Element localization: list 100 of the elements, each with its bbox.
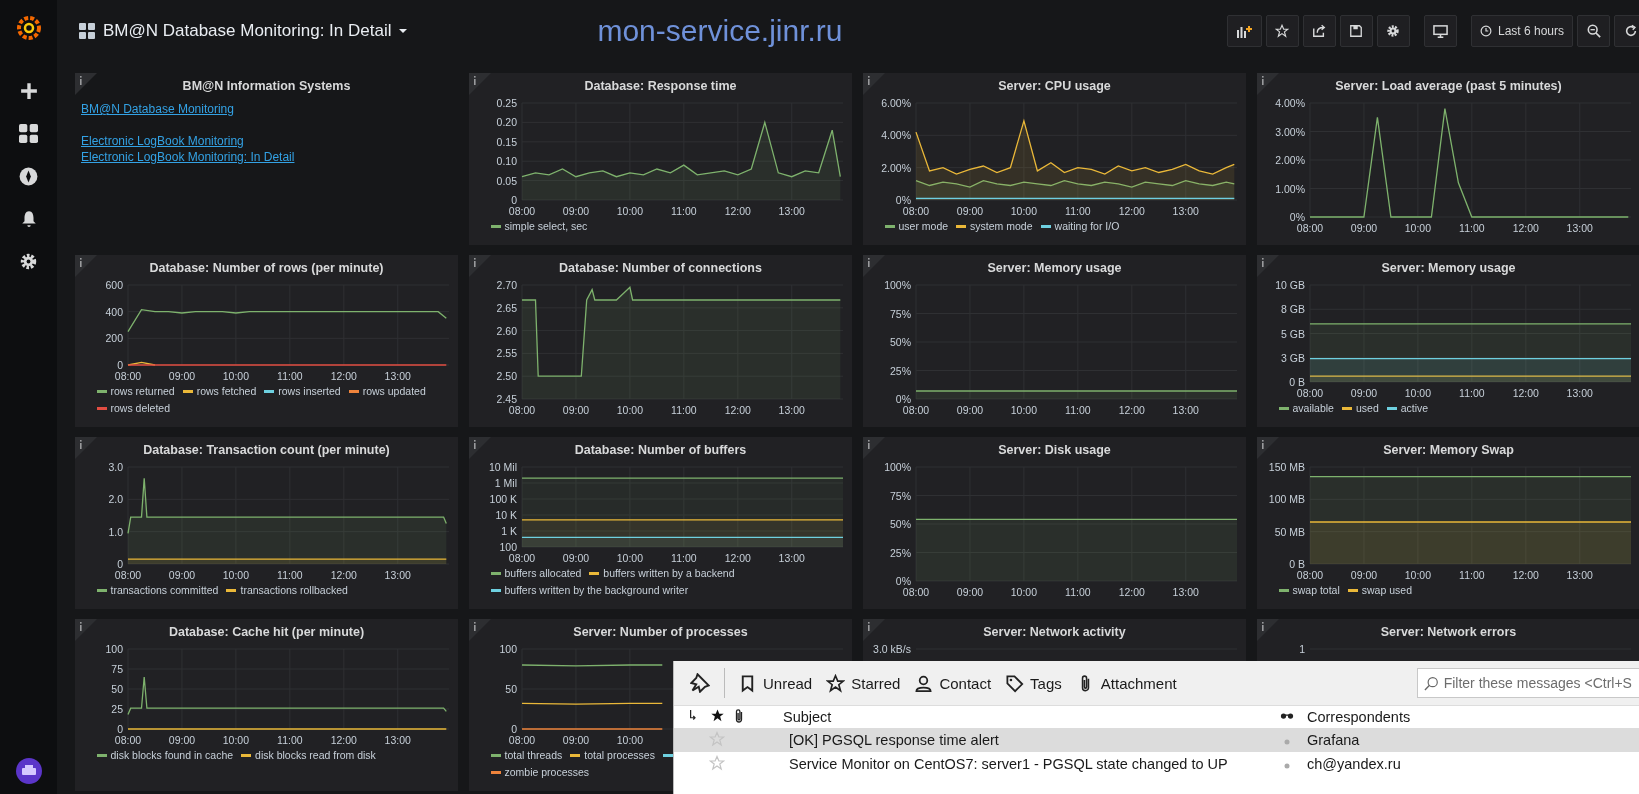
legend-label[interactable]: total processes [584,749,655,761]
axis-tick-label: 0 [117,359,123,371]
info-icon[interactable] [1257,73,1279,95]
settings-button[interactable] [1376,15,1410,47]
compass-icon[interactable] [19,167,38,186]
info-icon[interactable] [75,619,97,641]
info-icon[interactable] [469,619,491,641]
info-icon[interactable] [75,255,97,277]
legend-label[interactable]: transactions committed [110,584,219,596]
info-icon[interactable] [1257,255,1279,277]
column-header[interactable]: Subject [783,709,832,725]
legend-label[interactable]: rows updated [362,385,426,397]
search-field[interactable]: Filter these messages <Ctrl+S [1417,668,1639,698]
legend-label[interactable]: transactions rollbacked [240,584,348,596]
legend-label[interactable]: active [1400,402,1429,414]
info-icon[interactable] [75,73,97,95]
info-icon[interactable] [469,73,491,95]
axis-tick-label: 09:00 [562,205,590,217]
legend-label[interactable]: available [1292,402,1334,414]
star-icon[interactable] [709,708,725,723]
axis-tick-label: 08:00 [508,404,536,416]
share-icon [1312,24,1327,38]
axis-tick-label: 11:00 [277,370,303,382]
axis-tick-label: 0.25 [496,97,517,109]
axis-tick-label: 10:00 [616,552,644,564]
axis-tick-label: 200 [105,332,123,345]
axis-tick-label: 25% [890,546,911,559]
legend-label[interactable]: used [1355,402,1379,414]
filter-button[interactable]: Contact [907,669,999,697]
dashboard-link[interactable]: Electronic LogBook Monitoring: In Detail [81,149,295,165]
axis-tick-label: 13:00 [1566,569,1593,581]
legend-label[interactable]: waiting for I/O [1054,220,1120,232]
info-icon[interactable] [1257,437,1279,459]
tv-mode-button[interactable] [1423,15,1457,47]
panel-title: Server: Load average (past 5 minutes) [1335,79,1562,93]
time-range-button[interactable]: Last 6 hours [1470,15,1573,47]
legend-label[interactable]: rows deleted [110,402,171,414]
legend-label[interactable]: simple select, sec [504,220,588,232]
info-icon[interactable] [863,255,885,277]
plus-icon[interactable] [19,82,38,100]
axis-tick-label: 09:00 [1350,569,1378,581]
avatar-icon[interactable] [15,758,42,784]
legend-label[interactable]: buffers written by the background writer [504,584,689,596]
axis-tick-label: 10 K [495,509,517,521]
axis-tick-label: 08:00 [902,404,930,416]
legend-label[interactable]: total threads [504,749,563,761]
axis-tick-label: 4.00% [881,129,911,142]
panel-title: Server: Network activity [983,625,1126,639]
legend-label[interactable]: disk blocks read from disk [255,749,376,761]
legend-label[interactable]: swap used [1361,584,1412,596]
refresh-icon [1623,24,1638,38]
axis-tick-label: 13:00 [778,404,805,416]
filter-button[interactable]: Tags [998,669,1069,697]
refresh-button[interactable] [1614,15,1639,47]
info-icon[interactable] [75,437,97,459]
share-button[interactable] [1302,15,1336,47]
read-dot-icon [1284,763,1290,769]
axis-tick-label: 08:00 [114,734,142,746]
filter-button[interactable]: Unread [731,669,820,697]
filter-button[interactable]: Attachment [1068,669,1184,697]
axis-tick-label: 75% [890,489,911,502]
column-header[interactable]: Correspondents [1307,709,1411,725]
legend-label[interactable]: buffers allocated [504,567,582,579]
axis-tick-label: 75% [890,307,911,320]
axis-tick-label: 600 [105,279,123,291]
legend-label[interactable]: swap total [1292,584,1340,596]
logo-icon[interactable] [14,14,43,42]
filter-button[interactable]: Starred [819,669,908,697]
legend-label[interactable]: zombie processes [504,766,590,778]
axis-tick-label: 100% [884,279,911,291]
star-icon[interactable] [709,730,725,747]
settings-icon[interactable] [19,252,38,271]
bell-icon[interactable] [19,210,38,228]
message-row[interactable]: [OK] PGSQL response time alert Grafana [674,728,1639,752]
legend-label[interactable]: rows fetched [196,385,257,397]
legend-label[interactable]: buffers written by a backend [603,567,735,579]
dashboard-link[interactable]: Electronic LogBook Monitoring [81,133,244,149]
star-button[interactable] [1265,15,1299,47]
info-icon[interactable] [469,255,491,277]
info-icon[interactable] [863,437,885,459]
axis-tick-label: 08:00 [1296,222,1324,234]
message-row[interactable]: Service Monitor on CentOS7: server1 - PGSQL state changed to UP ch@yandex.ru [674,752,1639,776]
zoom-out-button[interactable] [1577,15,1610,47]
info-icon[interactable] [863,619,885,641]
dashboard-link[interactable]: BM@N Database Monitoring [81,101,234,117]
add-panel-button[interactable] [1226,15,1262,47]
legend-label[interactable]: system mode [970,220,1033,232]
save-button[interactable] [1339,15,1373,47]
grid-icon[interactable] [19,124,38,143]
info-icon[interactable] [469,437,491,459]
axis-tick-label: 50 MB [1274,525,1305,538]
legend-label[interactable]: rows inserted [278,385,341,397]
info-icon[interactable] [1257,619,1279,641]
star-icon[interactable] [709,754,725,771]
axis-tick-label: 2.0 [108,493,123,506]
legend-label[interactable]: user mode [898,220,949,232]
dashboard-title[interactable]: BM@N Database Monitoring: In Detail [79,21,408,41]
info-icon[interactable] [863,73,885,95]
legend-label[interactable]: disk blocks found in cache [110,749,234,761]
legend-label[interactable]: rows returned [110,385,175,397]
